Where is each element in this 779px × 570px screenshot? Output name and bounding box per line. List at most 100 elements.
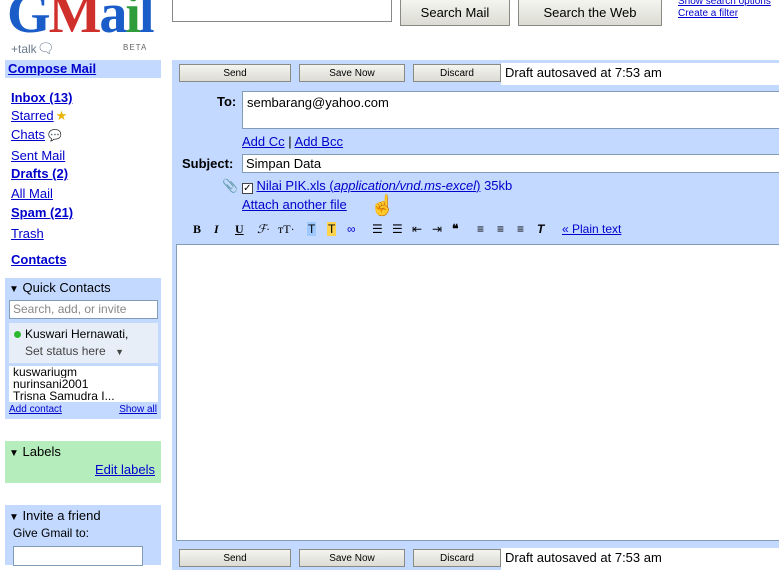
autosave-status: Draft autosaved at 7:53 am xyxy=(501,63,779,85)
logo-wordmark: GMail xyxy=(7,0,154,45)
invite-email-input[interactable] xyxy=(13,546,143,566)
search-options-links: Show search options Create a filter xyxy=(678,0,771,20)
add-cc-link[interactable]: Add Cc xyxy=(242,134,285,149)
invite-header[interactable]: ▼ Invite a friend xyxy=(9,508,101,523)
remove-formatting-icon[interactable]: T xyxy=(537,222,544,236)
add-contact-link[interactable]: Add contact xyxy=(9,404,62,415)
sidebar-item-starred[interactable]: Starred ★ xyxy=(11,108,67,124)
quick-contacts-title: Quick Contacts xyxy=(22,280,111,295)
attachment-size: 35kb xyxy=(484,178,513,193)
star-icon: ★ xyxy=(55,108,68,123)
cc-bcc-links: Add Cc | Add Bcc xyxy=(242,134,343,149)
invite-panel: ▼ Invite a friend Give Gmail to: xyxy=(5,505,161,566)
status-dropdown[interactable]: Set status here ▼ xyxy=(9,341,158,358)
sidebar-item-trash[interactable]: Trash xyxy=(11,226,44,241)
sidebar-item-chats[interactable]: Chats 💬 xyxy=(11,127,62,142)
self-status: Kuswari Hernawati, Set status here ▼ xyxy=(9,323,158,363)
sidebar-item-inbox[interactable]: Inbox (13) xyxy=(11,90,72,105)
text-color-icon[interactable]: T xyxy=(307,222,317,236)
status-text: Set status here xyxy=(25,344,106,358)
font-size-icon[interactable]: тT· xyxy=(278,222,295,237)
sidebar-item-sent[interactable]: Sent Mail xyxy=(11,148,65,163)
bulleted-list-icon[interactable]: ☰ xyxy=(392,222,403,236)
hand-cursor-icon: ☝ xyxy=(370,195,395,217)
italic-icon[interactable]: I xyxy=(214,222,219,237)
send-button[interactable]: Send xyxy=(179,64,291,82)
outdent-icon[interactable]: ⇤ xyxy=(412,222,422,236)
subject-label: Subject: xyxy=(182,156,234,171)
triangle-down-icon: ▼ xyxy=(9,284,19,295)
subject-field[interactable]: Simpan Data xyxy=(242,154,779,173)
sidebar-item-drafts[interactable]: Drafts (2) xyxy=(11,166,68,181)
create-filter-link[interactable]: Create a filter xyxy=(678,8,771,20)
attachment-row: 📎 ✓ Nilai PIK.xls (application/vnd.ms-ex… xyxy=(222,178,512,194)
labels-panel: ▼ Labels Edit labels xyxy=(5,441,161,483)
drafts-link[interactable]: Drafts (2) xyxy=(11,166,68,181)
indent-icon[interactable]: ⇥ xyxy=(432,222,442,236)
all-mail-link[interactable]: All Mail xyxy=(11,186,53,201)
compose-mail-bar[interactable]: Compose Mail xyxy=(5,60,161,78)
logo-talk-text: +talk🗨 xyxy=(11,40,55,56)
to-field[interactable]: sembarang@yahoo.com xyxy=(242,91,779,129)
contact-item[interactable]: kuswariugm xyxy=(9,366,158,378)
send-button-bottom[interactable]: Send xyxy=(179,549,291,567)
contact-search-input[interactable]: Search, add, or invite xyxy=(9,300,158,319)
search-input[interactable] xyxy=(172,0,392,22)
labels-title: Labels xyxy=(22,444,61,459)
autosave-status-bottom: Draft autosaved at 7:53 am xyxy=(501,548,779,570)
discard-button-bottom[interactable]: Discard xyxy=(413,549,501,567)
align-right-icon[interactable]: ≡ xyxy=(517,222,524,236)
align-center-icon[interactable]: ≡ xyxy=(497,222,504,236)
quick-contacts-header[interactable]: ▼ Quick Contacts xyxy=(9,280,111,295)
sidebar-item-spam[interactable]: Spam (21) xyxy=(11,205,73,220)
chevron-down-icon: ▼ xyxy=(115,347,124,357)
contacts-link[interactable]: Contacts xyxy=(11,252,67,267)
sent-mail-link[interactable]: Sent Mail xyxy=(11,148,65,163)
attachment-link[interactable]: Nilai PIK.xls (application/vnd.ms-excel) xyxy=(256,178,480,193)
save-now-button[interactable]: Save Now xyxy=(299,64,405,82)
to-label: To: xyxy=(217,94,237,109)
font-icon[interactable]: ℱ· xyxy=(257,222,269,237)
triangle-down-icon: ▼ xyxy=(9,448,19,459)
highlight-icon[interactable]: T xyxy=(327,222,337,236)
align-left-icon[interactable]: ≡ xyxy=(477,222,484,236)
quote-icon[interactable]: ❝ xyxy=(452,222,458,236)
edit-labels-link[interactable]: Edit labels xyxy=(95,462,155,477)
compose-panel: Send Save Now Discard Draft autosaved at… xyxy=(172,60,779,570)
compose-mail-link[interactable]: Compose Mail xyxy=(8,61,96,76)
attachment-checkbox[interactable]: ✓ xyxy=(241,183,253,194)
starred-link[interactable]: Starred xyxy=(11,108,54,123)
self-name: Kuswari Hernawati, xyxy=(25,327,129,341)
trash-link[interactable]: Trash xyxy=(11,226,44,241)
spam-link[interactable]: Spam (21) xyxy=(11,205,73,220)
show-all-link[interactable]: Show all xyxy=(119,404,157,415)
attach-another-link[interactable]: Attach another file xyxy=(242,197,347,212)
search-mail-button[interactable]: Search Mail xyxy=(400,0,510,26)
formatting-toolbar: B I U ℱ· тT· T T ∞ ☰ ☰ ⇤ ⇥ ❝ ≡ ≡ ≡ T « P… xyxy=(172,216,779,242)
add-bcc-link[interactable]: Add Bcc xyxy=(295,134,343,149)
save-now-button-bottom[interactable]: Save Now xyxy=(299,549,405,567)
discard-button[interactable]: Discard xyxy=(413,64,501,82)
contact-item[interactable]: nurinsani2001 xyxy=(9,378,158,390)
contact-list: kuswariugm nurinsani2001 Trisna Samudra … xyxy=(9,366,158,402)
search-web-button[interactable]: Search the Web xyxy=(518,0,662,26)
inbox-link[interactable]: Inbox (13) xyxy=(11,90,72,105)
bold-icon[interactable]: B xyxy=(193,222,201,237)
underline-icon[interactable]: U xyxy=(235,222,244,237)
triangle-down-icon: ▼ xyxy=(9,512,19,523)
show-search-options-link[interactable]: Show search options xyxy=(678,0,771,8)
invite-title: Invite a friend xyxy=(22,508,101,523)
paperclip-icon: 📎 xyxy=(222,178,239,193)
message-body-editor[interactable] xyxy=(176,244,779,541)
plain-text-link[interactable]: « Plain text xyxy=(562,222,621,236)
sidebar-item-contacts[interactable]: Contacts xyxy=(11,252,67,267)
contact-item[interactable]: Trisna Samudra I... xyxy=(9,390,158,402)
chats-link[interactable]: Chats xyxy=(11,127,45,142)
numbered-list-icon[interactable]: ☰ xyxy=(372,222,383,236)
sidebar-item-all-mail[interactable]: All Mail xyxy=(11,186,53,201)
link-icon[interactable]: ∞ xyxy=(347,222,356,236)
gmail-logo[interactable]: GMail +talk🗨 BETA xyxy=(5,0,165,60)
logo-beta-text: BETA xyxy=(123,43,148,52)
quick-contacts-panel: ▼ Quick Contacts Search, add, or invite … xyxy=(5,278,161,419)
labels-header[interactable]: ▼ Labels xyxy=(9,444,61,459)
